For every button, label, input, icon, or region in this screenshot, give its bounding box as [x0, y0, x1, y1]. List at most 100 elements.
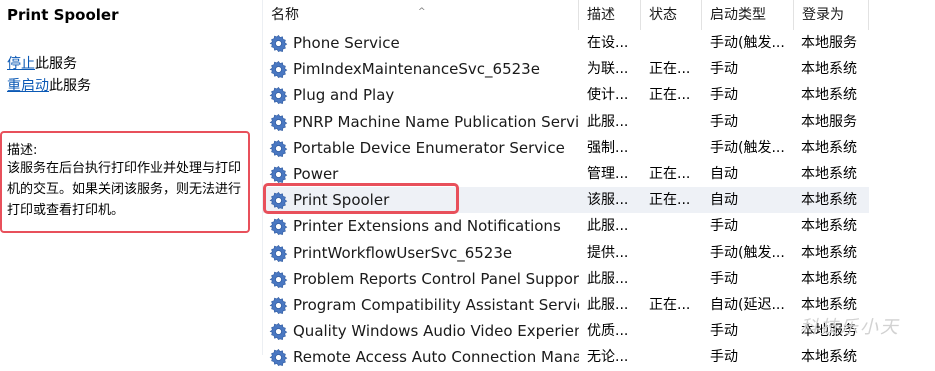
- service-description: 此服...: [587, 113, 629, 130]
- service-row[interactable]: PrintWorkflowUserSvc_6523e 提供... 手动(触发... 本…: [263, 240, 935, 266]
- services-list: 名称 ^ 描述 状态 启动类型 登录为 Phone Service 在设... 手动…: [263, 0, 935, 366]
- column-header-name-label: 名称: [271, 7, 299, 23]
- gear-icon: [269, 165, 288, 184]
- column-header-startup-type[interactable]: 启动类型: [702, 0, 794, 30]
- service-status: 正在...: [649, 297, 691, 313]
- service-name: Remote Access Auto Connection Mana...: [293, 348, 579, 367]
- watermark: 科技乐小天: [800, 317, 900, 338]
- service-startup-type: 手动(触发...: [710, 35, 785, 51]
- service-startup-type: 手动: [710, 87, 738, 104]
- service-startup-type: 手动: [710, 349, 738, 366]
- service-description: 管理...: [587, 166, 629, 182]
- service-description: 该服...: [587, 192, 629, 209]
- service-status: [649, 344, 703, 370]
- gear-icon: [269, 322, 288, 341]
- gear-icon: [269, 86, 288, 105]
- restart-action-suffix: 此服务: [49, 78, 91, 94]
- service-status: 正在...: [649, 166, 691, 182]
- service-startup-type: 手动: [710, 323, 738, 340]
- service-status: [649, 213, 703, 239]
- service-row[interactable]: PimIndexMaintenanceSvc_6523e 为联... 正在... 手动…: [263, 56, 935, 82]
- service-name: PimIndexMaintenanceSvc_6523e: [293, 60, 540, 79]
- service-status: [649, 318, 703, 344]
- gear-icon: [269, 113, 288, 132]
- service-log-on-as: 本地服务: [801, 113, 857, 130]
- service-description: 使计...: [587, 87, 629, 104]
- service-startup-type: 自动: [710, 192, 738, 209]
- column-header-name[interactable]: 名称 ^: [263, 0, 579, 30]
- service-status: [649, 109, 703, 135]
- service-name: Quality Windows Audio Video Experience: [293, 322, 579, 341]
- service-log-on-as: 本地系统: [801, 166, 857, 182]
- service-log-on-as: 本地系统: [801, 192, 857, 209]
- column-header-row: 名称 ^ 描述 状态 启动类型 登录为: [263, 0, 935, 30]
- service-log-on-as: 本地系统: [801, 218, 857, 235]
- service-startup-type: 自动: [710, 166, 738, 182]
- service-description: 此服...: [587, 270, 629, 287]
- gear-icon: [269, 270, 288, 289]
- service-description: 优质...: [587, 323, 629, 340]
- service-name: Printer Extensions and Notifications: [293, 217, 561, 236]
- service-row[interactable]: Remote Access Auto Connection Mana... 无论.…: [263, 344, 935, 370]
- service-status: [649, 135, 703, 161]
- service-description: 在设...: [587, 35, 629, 51]
- service-details-pane: Print Spooler 停止此服务 重启动此服务 描述: 该服务在后台执行打…: [0, 0, 262, 355]
- service-description: 为联...: [587, 61, 629, 78]
- service-startup-type: 手动(触发...: [710, 139, 785, 156]
- gear-icon: [269, 244, 288, 263]
- service-startup-type: 手动: [710, 61, 738, 78]
- service-log-on-as: 本地系统: [801, 139, 857, 156]
- sort-arrow-icon: ^: [418, 7, 426, 17]
- restart-action: 重启动此服务: [7, 75, 91, 95]
- service-row[interactable]: Printer Extensions and Notifications 此服..…: [263, 213, 935, 239]
- service-row[interactable]: Plug and Play 使计... 正在... 手动 本地系统: [263, 82, 935, 108]
- column-header-description[interactable]: 描述: [579, 0, 641, 30]
- service-status: [649, 266, 703, 292]
- service-row[interactable]: Portable Device Enumerator Service 强制... 手…: [263, 135, 935, 161]
- stop-service-link[interactable]: 停止: [7, 56, 35, 72]
- stop-action-suffix: 此服务: [35, 56, 77, 72]
- service-name: Phone Service: [293, 34, 400, 52]
- service-log-on-as: 本地系统: [801, 349, 857, 366]
- column-header-log-on-as[interactable]: 登录为: [794, 0, 869, 30]
- description-text: 该服务在后台执行打印作业并处理与打印机的交互。如果关闭该服务，则无法进行打印或查…: [7, 161, 242, 218]
- selected-service-highlight-box: [263, 183, 459, 214]
- service-startup-type: 自动(延迟...: [710, 297, 785, 313]
- service-status: [649, 30, 703, 56]
- service-startup-type: 手动: [710, 218, 738, 235]
- stop-action: 停止此服务: [7, 53, 77, 73]
- restart-service-link[interactable]: 重启动: [7, 78, 49, 94]
- gear-icon: [269, 217, 288, 236]
- service-log-on-as: 本地系统: [801, 244, 857, 261]
- service-row[interactable]: PNRP Machine Name Publication Service 此服.…: [263, 109, 935, 135]
- service-log-on-as: 本地系统: [801, 61, 857, 78]
- gear-icon: [269, 296, 288, 315]
- service-log-on-as: 本地系统: [801, 87, 857, 104]
- service-title: Print Spooler: [7, 6, 119, 24]
- service-startup-type: 手动: [710, 270, 738, 287]
- service-status: 正在...: [649, 192, 691, 209]
- service-startup-type: 手动(触发...: [710, 244, 785, 261]
- description-label: 描述:: [7, 143, 38, 158]
- service-name: Portable Device Enumerator Service: [293, 138, 565, 157]
- service-name: PNRP Machine Name Publication Service: [293, 112, 579, 131]
- service-description: 强制...: [587, 139, 629, 156]
- service-name: Problem Reports Control Panel Support: [293, 269, 579, 288]
- gear-icon: [269, 34, 288, 53]
- service-name: Plug and Play: [293, 86, 395, 105]
- service-row[interactable]: Problem Reports Control Panel Support 此服.…: [263, 266, 935, 292]
- service-description: 提供...: [587, 244, 629, 261]
- service-log-on-as: 本地系统: [801, 270, 857, 287]
- service-status: [649, 240, 703, 266]
- column-header-status[interactable]: 状态: [641, 0, 702, 30]
- service-status: 正在...: [649, 87, 691, 104]
- gear-icon: [269, 139, 288, 158]
- service-row[interactable]: Phone Service 在设... 手动(触发... 本地服务: [263, 30, 935, 56]
- gear-icon: [269, 348, 288, 367]
- service-status: 正在...: [649, 61, 691, 78]
- service-description: 此服...: [587, 297, 629, 313]
- service-description: 无论...: [587, 349, 629, 366]
- service-name: PrintWorkflowUserSvc_6523e: [293, 243, 513, 262]
- gear-icon: [269, 60, 288, 79]
- service-startup-type: 手动: [710, 113, 738, 130]
